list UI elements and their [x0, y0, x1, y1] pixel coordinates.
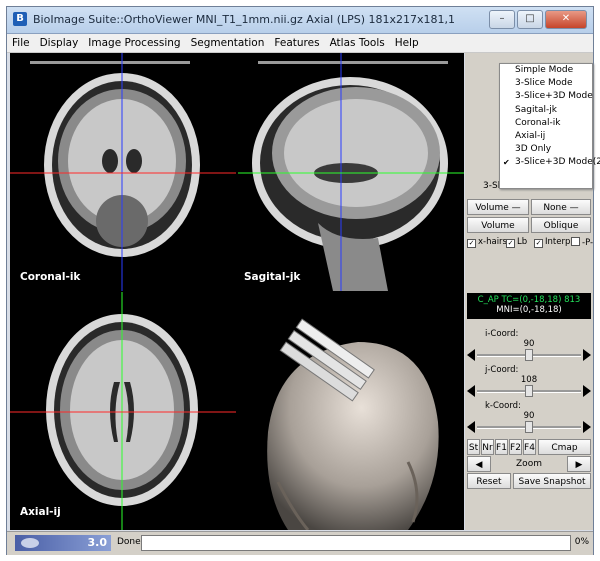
k-coord-label: k-Coord: [485, 401, 521, 411]
coordinate-info: C_AP TC=(0,-18,18) 813 MNI=(0,-18,18) [467, 293, 591, 319]
menu-3-slice-3d-mode-2[interactable]: 3-Slice+3D Mode(2) [500, 156, 600, 169]
volume-render-view[interactable] [238, 292, 464, 530]
j-coord-slider[interactable] [467, 385, 591, 397]
close-button[interactable]: ✕ [545, 10, 587, 29]
reset-button[interactable]: Reset [467, 473, 511, 489]
k-coord-slider-thumb[interactable] [525, 421, 533, 433]
app-icon: B [13, 12, 27, 26]
zoom-in-button[interactable]: ▶ [567, 456, 591, 472]
interp-checkbox[interactable]: ✓ Interp [534, 237, 570, 248]
i-coord-slider-thumb[interactable] [525, 349, 533, 361]
volume-select[interactable]: Volume — [467, 199, 529, 215]
axial-view[interactable]: Axial-ij [10, 292, 236, 530]
xhairs-checkbox[interactable]: ✓ x-hairs [467, 237, 507, 248]
k-coord-right-arrow[interactable] [583, 421, 591, 433]
cmap-button[interactable]: Cmap [538, 439, 591, 455]
status-bar: 3.0 Done 0% [7, 531, 593, 555]
volume-button[interactable]: Volume [467, 217, 529, 233]
menu-coronal-ik[interactable]: Coronal-ik [500, 117, 592, 130]
i-coord-right-arrow[interactable] [583, 349, 591, 361]
coronal-view-label: Coronal-ik [20, 271, 81, 283]
brain-logo-icon [21, 538, 39, 548]
title-bar: B BioImage Suite::OrthoViewer MNI_T1_1mm… [7, 7, 593, 34]
menu-file[interactable]: File [7, 37, 35, 49]
p-checkbox[interactable]: -P- [571, 237, 593, 248]
progress-percent: 0% [574, 537, 589, 547]
menu-simple-mode[interactable]: Simple Mode [500, 64, 592, 77]
i-coord-slider[interactable] [467, 349, 591, 361]
coordinate-info-line2: MNI=(0,-18,18) [496, 305, 562, 315]
st-button[interactable]: St [467, 439, 480, 455]
f1-button[interactable]: F1 [495, 439, 508, 455]
k-coord-value: 90 [523, 411, 535, 421]
menu-3d-only[interactable]: 3D Only [500, 143, 592, 156]
sagittal-slice-image [238, 53, 464, 291]
coordinate-info-line1: C_AP TC=(0,-18,18) 813 [477, 295, 581, 305]
sagittal-view-label: Sagital-jk [244, 271, 301, 283]
sagittal-view[interactable]: Sagital-jk [238, 53, 464, 291]
k-coord-left-arrow[interactable] [467, 421, 475, 433]
j-coord-label: j-Coord: [485, 365, 519, 375]
f4-button[interactable]: F4 [523, 439, 536, 455]
3d-head-render-image [267, 318, 439, 530]
j-coord-slider-thumb[interactable] [525, 385, 533, 397]
menu-3-slice-3d-mode[interactable]: 3-Slice+3D Mode [500, 90, 593, 103]
menu-segmentation[interactable]: Segmentation [186, 37, 270, 49]
nr-button[interactable]: Nr [481, 439, 494, 455]
menu-sagital-jk[interactable]: Sagital-jk [500, 104, 592, 117]
oblique-button[interactable]: Oblique [531, 217, 591, 233]
axial-slice-image [10, 292, 236, 530]
zoom-label: Zoom [516, 459, 542, 469]
labels-checkbox[interactable]: ✓ Lb [506, 237, 527, 248]
menu-3-slice-mode[interactable]: 3-Slice Mode [500, 77, 592, 90]
coronal-slice-image [10, 53, 236, 291]
menu-features[interactable]: Features [269, 37, 324, 49]
window-title: BioImage Suite::OrthoViewer MNI_T1_1mm.n… [33, 13, 456, 26]
view-mode-menu: Simple Mode 3-Slice Mode 3-Slice+3D Mode… [499, 63, 600, 189]
none-select[interactable]: None — [531, 199, 591, 215]
save-snapshot-button[interactable]: Save Snapshot [513, 473, 591, 489]
i-coord-label: i-Coord: [485, 329, 519, 339]
zoom-out-button[interactable]: ◀ [467, 456, 491, 472]
coronal-view[interactable]: Coronal-ik [10, 53, 236, 291]
i-coord-left-arrow[interactable] [467, 349, 475, 361]
menu-display[interactable]: Display [35, 37, 84, 49]
progress-bar [141, 535, 571, 551]
version-label: 3.0 [87, 536, 108, 549]
menu-help[interactable]: Help [390, 37, 424, 49]
menu-image-processing[interactable]: Image Processing [83, 37, 185, 49]
minimize-button[interactable]: – [489, 10, 515, 29]
f2-button[interactable]: F2 [509, 439, 522, 455]
menu-axial-ij[interactable]: Axial-ij [500, 130, 592, 143]
menubar: File Display Image Processing Segmentati… [7, 34, 593, 53]
j-coord-value: 108 [520, 375, 538, 385]
status-text: Done [117, 537, 141, 547]
k-coord-slider[interactable] [467, 421, 591, 433]
axial-view-label: Axial-ij [20, 506, 61, 518]
j-coord-left-arrow[interactable] [467, 385, 475, 397]
i-coord-value: 90 [523, 339, 535, 349]
j-coord-right-arrow[interactable] [583, 385, 591, 397]
image-viewer[interactable]: Coronal-ik Sagital-jk Axial-ij [10, 53, 464, 530]
version-badge: 3.0 [15, 535, 111, 551]
maximize-button[interactable]: □ [517, 10, 543, 29]
control-panel: 3-Sli Volume — None — Volume Oblique ✓ x-… [465, 53, 600, 530]
app-window: B BioImage Suite::OrthoViewer MNI_T1_1mm… [6, 6, 600, 555]
menu-atlas-tools[interactable]: Atlas Tools [325, 37, 390, 49]
